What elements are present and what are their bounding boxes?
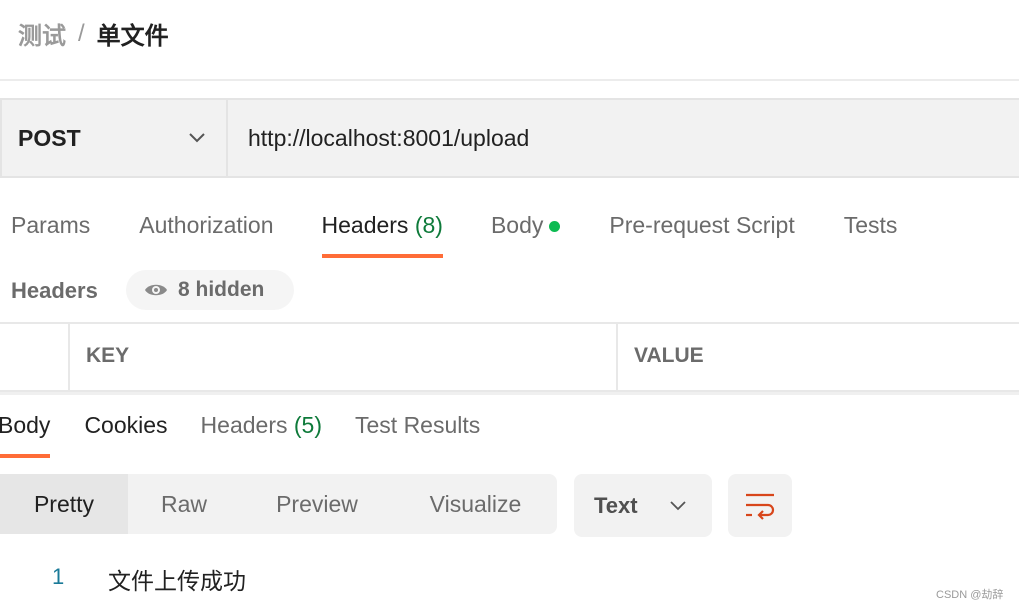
tab-test-results[interactable]: Test Results xyxy=(355,410,480,458)
tab-label: Test Results xyxy=(355,412,481,438)
headers-table: KEY VALUE xyxy=(0,322,1019,392)
view-visualize[interactable]: Visualize xyxy=(394,474,557,534)
line-number: 1 xyxy=(52,564,65,589)
tab-response-body[interactable]: Body xyxy=(0,410,51,458)
breadcrumb-separator: / xyxy=(78,19,85,47)
url-input[interactable]: http://localhost:8001/upload xyxy=(228,100,529,176)
view-raw[interactable]: Raw xyxy=(128,474,240,534)
method-select[interactable]: POST xyxy=(2,100,228,176)
chevron-down-icon xyxy=(670,500,686,510)
tab-label: Headers xyxy=(321,212,409,238)
tab-headers[interactable]: Headers (8) xyxy=(321,210,444,258)
chevron-down-icon xyxy=(189,133,205,143)
divider xyxy=(0,79,1019,81)
tab-label: Params xyxy=(11,212,91,238)
tab-cookies[interactable]: Cookies xyxy=(84,410,167,458)
tab-label: Pre-request Script xyxy=(609,212,795,238)
request-tabs: Params Authorization Headers (8) Body Pr… xyxy=(0,210,897,258)
modified-dot-icon xyxy=(549,221,561,233)
breadcrumb-current: 单文件 xyxy=(96,23,169,50)
tab-label: Authorization xyxy=(139,212,274,238)
view-pretty[interactable]: Pretty xyxy=(0,474,128,534)
tab-response-headers[interactable]: Headers (5) xyxy=(201,410,322,458)
tab-label: Headers xyxy=(200,412,288,438)
tab-label: Tests xyxy=(843,212,898,238)
format-label: Text xyxy=(594,492,638,518)
tab-body[interactable]: Body xyxy=(490,210,561,258)
headers-title: Headers xyxy=(11,278,98,303)
tab-count: (5) xyxy=(293,412,322,438)
breadcrumb-parent[interactable]: 测试 xyxy=(18,16,66,51)
hidden-count: 8 hidden xyxy=(178,278,265,301)
column-value: VALUE xyxy=(616,324,1019,390)
format-select[interactable]: Text xyxy=(574,474,712,537)
eye-icon xyxy=(145,284,167,296)
method-label: POST xyxy=(18,124,81,151)
tab-authorization[interactable]: Authorization xyxy=(139,210,273,258)
pane-resizer[interactable] xyxy=(0,392,1019,395)
response-tabs: Body Cookies Headers (5) Test Results xyxy=(0,410,480,458)
tab-label: Body xyxy=(0,412,51,438)
tab-tests[interactable]: Tests xyxy=(844,210,898,258)
column-key: KEY xyxy=(68,324,616,390)
tab-count: (8) xyxy=(414,212,443,238)
watermark: CSDN @劫辞 xyxy=(936,589,1004,601)
request-bar: POST http://localhost:8001/upload xyxy=(0,98,1019,178)
view-preview[interactable]: Preview xyxy=(240,474,394,534)
tab-label: Cookies xyxy=(84,412,168,438)
tab-label: Body xyxy=(490,212,544,238)
hidden-headers-toggle[interactable]: 8 hidden xyxy=(126,270,294,310)
breadcrumb: 测试 / 单文件 xyxy=(18,16,169,51)
view-mode-toggle: Pretty Raw Preview Visualize xyxy=(0,474,557,534)
response-body-line: 文件上传成功 xyxy=(108,569,246,595)
tab-pre-request-script[interactable]: Pre-request Script xyxy=(609,210,794,258)
wrap-lines-button[interactable] xyxy=(728,474,792,537)
wrap-lines-icon xyxy=(746,493,775,520)
url-text: http://localhost:8001/upload xyxy=(248,124,530,151)
tab-params[interactable]: Params xyxy=(11,210,90,258)
